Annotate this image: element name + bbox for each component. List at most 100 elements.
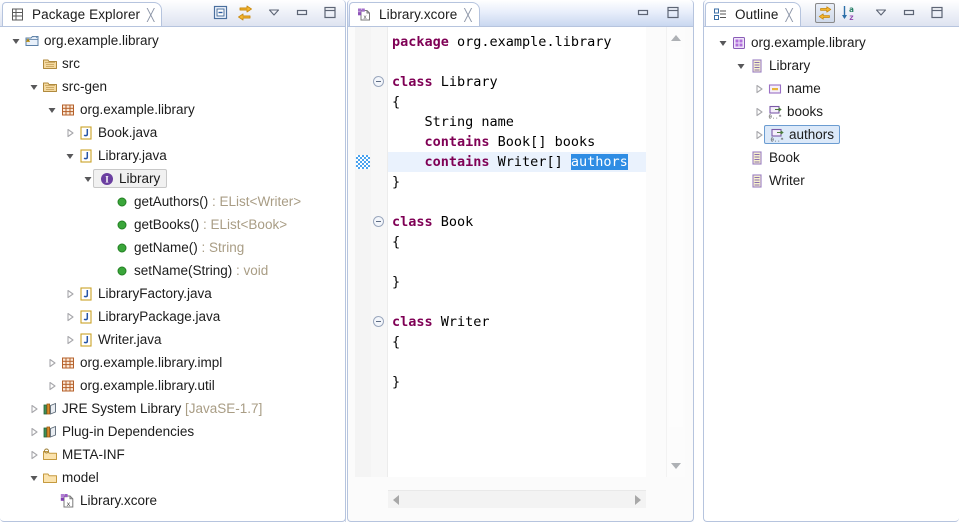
- selected-word[interactable]: authors: [570, 154, 628, 170]
- twisty-expanded-icon[interactable]: [62, 144, 77, 167]
- twisty-collapsed-icon[interactable]: [62, 305, 77, 328]
- tree-item-content[interactable]: Plug-in Dependencies: [41, 423, 196, 440]
- tree-item-content[interactable]: org.example.library: [23, 32, 161, 49]
- scroll-right-arrow[interactable]: [635, 495, 641, 505]
- twisty-collapsed-icon[interactable]: [26, 397, 41, 420]
- close-icon[interactable]: ╳: [464, 9, 471, 21]
- tree-item-org-example-library-impl[interactable]: org.example.library.impl: [0, 351, 345, 374]
- tree-item-content[interactable]: Book: [748, 149, 802, 166]
- editor-horizontal-scrollbar[interactable]: [388, 490, 646, 508]
- code-line[interactable]: class Book: [392, 212, 646, 232]
- tree-item-book[interactable]: Book: [703, 146, 959, 169]
- twisty-expanded-icon[interactable]: [715, 31, 730, 54]
- tree-item-meta-inf[interactable]: META-INF: [0, 443, 345, 466]
- tree-item-org-example-library[interactable]: org.example.library: [703, 31, 959, 54]
- tree-item-content[interactable]: 0..* books: [766, 103, 825, 120]
- chevron-down-icon[interactable]: [873, 4, 891, 22]
- tree-item-books[interactable]: 0..* books: [703, 100, 959, 123]
- code-line[interactable]: {: [392, 332, 646, 352]
- package-explorer-scroll-gutter[interactable]: [330, 27, 344, 522]
- twisty-collapsed-icon[interactable]: [44, 351, 59, 374]
- twisty-expanded-icon[interactable]: [8, 29, 23, 52]
- tree-item-org-example-library[interactable]: org.example.library: [0, 29, 345, 52]
- tree-item-setname-string[interactable]: setName(String) : void: [0, 259, 345, 282]
- tree-item-content[interactable]: org.example.library.impl: [59, 354, 224, 371]
- code-line[interactable]: {: [392, 92, 646, 112]
- code-line[interactable]: }: [392, 172, 646, 192]
- tree-item-library[interactable]: Library: [703, 54, 959, 77]
- tree-item-content[interactable]: x Library.xcore: [59, 492, 159, 509]
- close-icon[interactable]: ╳: [785, 9, 792, 21]
- editor-text-area[interactable]: package org.example.library class Librar…: [388, 27, 646, 477]
- scroll-thumb[interactable]: [669, 47, 683, 427]
- scroll-left-arrow[interactable]: [393, 495, 399, 505]
- tree-item-content[interactable]: org.example.library: [59, 101, 197, 118]
- scroll-up-arrow[interactable]: [671, 35, 681, 41]
- tree-item-org-example-library[interactable]: org.example.library: [0, 98, 345, 121]
- tree-item-book-java[interactable]: Book.java: [0, 121, 345, 144]
- tree-item-content[interactable]: src-gen: [41, 78, 109, 95]
- tree-item-library-xcore[interactable]: x Library.xcore: [0, 489, 345, 512]
- code-line[interactable]: [392, 292, 646, 312]
- selected-tree-item[interactable]: 0..* authors: [764, 125, 841, 144]
- tree-item-authors[interactable]: 0..* authors: [703, 123, 959, 146]
- tree-item-content[interactable]: name: [766, 80, 823, 97]
- tree-item-content[interactable]: Library.java: [77, 147, 169, 164]
- collapse-all-icon[interactable]: [212, 4, 230, 22]
- code-line[interactable]: contains Writer[] authors: [388, 152, 646, 172]
- maximize-icon[interactable]: [322, 4, 340, 22]
- twisty-collapsed-icon[interactable]: [62, 121, 77, 144]
- tree-item-model[interactable]: model: [0, 466, 345, 489]
- code-line[interactable]: }: [392, 372, 646, 392]
- tree-item-content[interactable]: getBooks() : EList<Book>: [113, 216, 289, 233]
- tree-item-src[interactable]: src: [0, 52, 345, 75]
- code-line[interactable]: String name: [392, 112, 646, 132]
- code-line[interactable]: package org.example.library: [392, 32, 646, 52]
- code-line[interactable]: class Library: [392, 72, 646, 92]
- code-line[interactable]: [392, 252, 646, 272]
- twisty-expanded-icon[interactable]: [733, 54, 748, 77]
- code-line[interactable]: [392, 192, 646, 212]
- tab-library-xcore[interactable]: x Library.xcore ╳: [349, 2, 480, 26]
- code-line[interactable]: contains Book[] books: [392, 132, 646, 152]
- code-line[interactable]: }: [392, 272, 646, 292]
- twisty-collapsed-icon[interactable]: [62, 328, 77, 351]
- annotation-occurrence-marker[interactable]: [356, 155, 370, 169]
- editor-vertical-scrollbar[interactable]: [666, 27, 685, 477]
- minimize-icon[interactable]: [901, 4, 919, 22]
- code-line[interactable]: [392, 352, 646, 372]
- twisty-collapsed-icon[interactable]: [62, 282, 77, 305]
- selected-tree-item[interactable]: I Library: [93, 169, 168, 188]
- link-editor-icon[interactable]: [815, 3, 835, 23]
- tree-item-libraryfactory-java[interactable]: LibraryFactory.java: [0, 282, 345, 305]
- tree-item-jre-system-library[interactable]: JRE System Library [JavaSE-1.7]: [0, 397, 345, 420]
- tree-item-librarypackage-java[interactable]: LibraryPackage.java: [0, 305, 345, 328]
- code-line[interactable]: {: [392, 232, 646, 252]
- tree-item-name[interactable]: name: [703, 77, 959, 100]
- tree-item-writer-java[interactable]: Writer.java: [0, 328, 345, 351]
- tab-outline[interactable]: Outline ╳: [705, 2, 801, 26]
- code-line[interactable]: [392, 52, 646, 72]
- tree-item-content[interactable]: JRE System Library [JavaSE-1.7]: [41, 400, 264, 417]
- tree-item-content[interactable]: getAuthors() : EList<Writer>: [113, 193, 303, 210]
- twisty-collapsed-icon[interactable]: [44, 374, 59, 397]
- tab-package-explorer[interactable]: Package Explorer ╳: [2, 2, 163, 26]
- chevron-down-icon[interactable]: [266, 4, 284, 22]
- tree-item-writer[interactable]: Writer: [703, 169, 959, 192]
- outline-tree[interactable]: org.example.library Library name 0..* books 0…: [703, 27, 959, 522]
- twisty-expanded-icon[interactable]: [26, 75, 41, 98]
- tree-item-content[interactable]: Book.java: [77, 124, 159, 141]
- tree-item-getbooks[interactable]: getBooks() : EList<Book>: [0, 213, 345, 236]
- maximize-icon[interactable]: [929, 4, 947, 22]
- fold-collapse-icon[interactable]: [373, 216, 384, 227]
- minimize-icon[interactable]: [294, 4, 312, 22]
- tree-item-content[interactable]: org.example.library: [730, 34, 868, 51]
- code-line[interactable]: class Writer: [392, 312, 646, 332]
- sort-az-icon[interactable]: a z: [841, 4, 861, 22]
- tree-item-content[interactable]: LibraryPackage.java: [77, 308, 222, 325]
- tree-item-content[interactable]: Writer: [748, 172, 807, 189]
- tree-item-content[interactable]: LibraryFactory.java: [77, 285, 214, 302]
- minimize-icon[interactable]: [635, 4, 653, 22]
- fold-collapse-icon[interactable]: [373, 76, 384, 87]
- tree-item-content[interactable]: Library: [748, 57, 812, 74]
